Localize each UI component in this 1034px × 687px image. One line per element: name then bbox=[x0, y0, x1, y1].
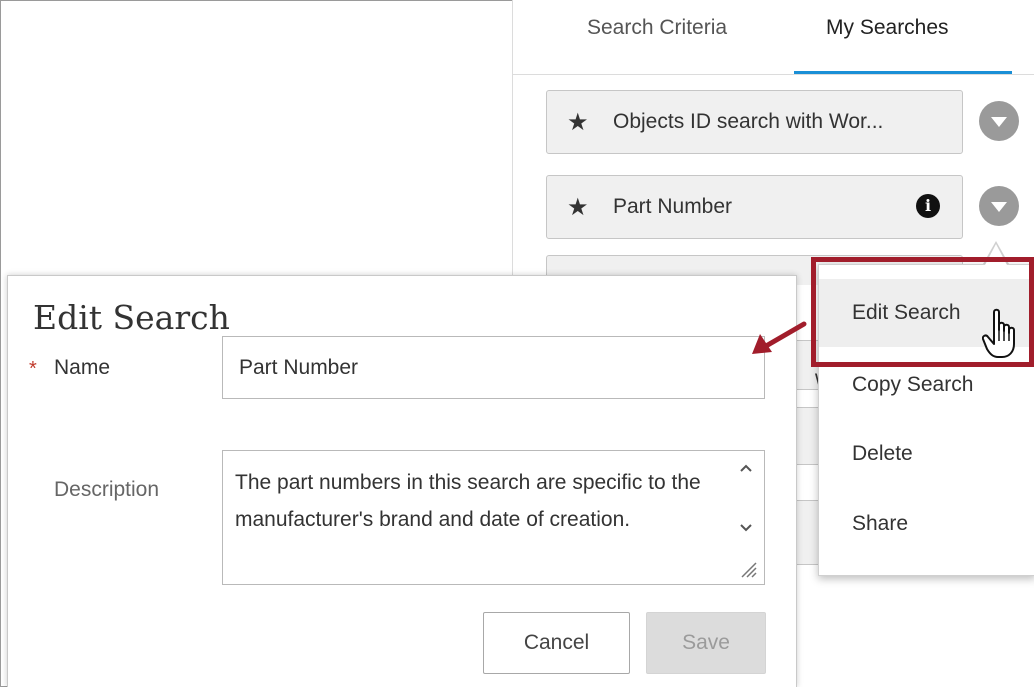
name-label: Name bbox=[54, 356, 111, 379]
tab-bar: Search Criteria My Searches bbox=[513, 0, 1034, 75]
annotation-arrow-icon bbox=[752, 321, 807, 354]
saved-search-label: Objects ID search with Wor... bbox=[613, 110, 884, 133]
edit-search-dialog: Edit Search * Name Description The part … bbox=[7, 275, 797, 687]
star-icon: ★ bbox=[567, 194, 589, 221]
search-options-dropdown-icon[interactable] bbox=[979, 101, 1019, 141]
cancel-button[interactable]: Cancel bbox=[483, 612, 630, 674]
dialog-title: Edit Search bbox=[33, 298, 230, 337]
tab-search-criteria[interactable]: Search Criteria bbox=[587, 16, 727, 40]
description-label: Description bbox=[54, 478, 160, 501]
save-button[interactable]: Save bbox=[646, 612, 766, 674]
menu-item-delete[interactable]: Delete bbox=[819, 420, 1034, 488]
search-options-dropdown-icon[interactable] bbox=[979, 186, 1019, 226]
scroll-up-icon[interactable] bbox=[739, 463, 753, 473]
scroll-down-icon[interactable] bbox=[739, 523, 753, 533]
saved-search-item[interactable]: ★ Objects ID search with Wor... bbox=[546, 90, 963, 154]
info-icon[interactable]: i bbox=[916, 194, 940, 218]
required-marker: * bbox=[29, 358, 37, 380]
saved-search-item[interactable]: ★ Part Number i bbox=[546, 175, 963, 239]
menu-item-share[interactable]: Share bbox=[819, 490, 1034, 558]
name-input[interactable] bbox=[222, 336, 765, 399]
description-textarea[interactable]: The part numbers in this search are spec… bbox=[222, 450, 765, 585]
resize-grip-icon[interactable] bbox=[738, 559, 758, 579]
hand-pointer-icon bbox=[982, 308, 1015, 358]
active-tab-indicator bbox=[794, 71, 1012, 74]
tab-my-searches[interactable]: My Searches bbox=[826, 16, 949, 40]
description-text: The part numbers in this search are spec… bbox=[235, 471, 701, 531]
star-icon: ★ bbox=[567, 109, 589, 136]
saved-search-label: Part Number bbox=[613, 195, 733, 218]
